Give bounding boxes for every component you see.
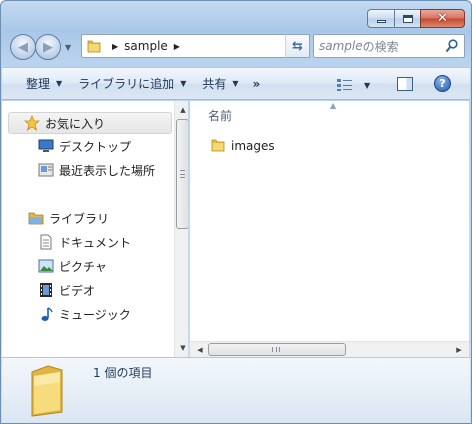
- nav-label-favorites: お気に入り: [45, 116, 106, 131]
- search-input[interactable]: sample の検索: [313, 34, 465, 58]
- column-header-label: 名前: [208, 108, 233, 123]
- back-button[interactable]: ◀: [10, 34, 36, 60]
- nav-label-desktop: デスクトップ: [59, 139, 132, 154]
- nav-pane-vertical-scrollbar[interactable]: ▲ ▼: [174, 101, 188, 357]
- address-bar[interactable]: ▶ sample ▶ ▼: [81, 34, 310, 58]
- breadcrumb-separator-icon[interactable]: ▶: [112, 42, 118, 51]
- add-to-library-label: ライブラリに追加: [78, 77, 175, 91]
- minimize-button[interactable]: [367, 9, 394, 28]
- help-icon: ?: [439, 77, 446, 90]
- folder-icon: [87, 40, 101, 53]
- refresh-button[interactable]: ⇆: [285, 34, 310, 58]
- search-placeholder-query: sample: [319, 39, 363, 53]
- chevron-down-icon: ▼: [232, 79, 239, 88]
- content-horizontal-scrollbar[interactable]: ◀ ▶: [190, 341, 469, 357]
- nav-item-pictures[interactable]: ピクチャ: [2, 255, 172, 277]
- scroll-down-icon[interactable]: ▼: [175, 341, 188, 355]
- column-header-name[interactable]: 名前 ▲: [190, 101, 469, 129]
- window-controls: ✕: [367, 9, 465, 28]
- chevron-down-icon: ▼: [56, 79, 63, 88]
- explorer-window: ✕ ◀ ▶ ▼ ▶ sample ▶ ▼ ⇆ sampleの検索 整理▼ ライブ…: [0, 0, 472, 424]
- nav-label-music: ミュージック: [59, 307, 131, 322]
- details-pane: 1 個の項目: [2, 357, 470, 423]
- back-arrow-icon: ◀: [18, 39, 28, 55]
- add-to-library-button[interactable]: ライブラリに追加 ▼: [70, 73, 194, 95]
- nav-scroll-thumb[interactable]: [176, 119, 188, 229]
- refresh-icon: ⇆: [292, 38, 303, 54]
- maximize-icon: [402, 14, 413, 23]
- document-icon: [38, 234, 54, 250]
- desktop-icon: [38, 138, 54, 154]
- view-options-dropdown-icon[interactable]: ▼: [364, 81, 370, 90]
- change-view-button[interactable]: ▼: [336, 74, 370, 96]
- folder-icon: [210, 137, 226, 156]
- music-note-icon: [38, 306, 54, 322]
- nav-item-desktop[interactable]: デスクトップ: [2, 135, 172, 157]
- star-icon: [24, 115, 40, 131]
- close-button[interactable]: ✕: [420, 9, 465, 28]
- scroll-right-icon[interactable]: ▶: [452, 342, 466, 358]
- nav-item-music[interactable]: ミュージック: [2, 303, 172, 325]
- video-icon: [38, 282, 54, 298]
- file-item-name: images: [231, 139, 275, 153]
- preview-pane-button[interactable]: [397, 77, 413, 91]
- organize-button[interactable]: 整理 ▼: [18, 73, 70, 95]
- content-scroll-thumb[interactable]: [208, 343, 346, 356]
- recent-places-icon: [38, 162, 54, 178]
- share-button[interactable]: 共有 ▼: [194, 73, 246, 95]
- navigation-pane: お気に入り デスクトップ 最近表示した場所 ライブラリ ドキュメント ピクチャ: [2, 101, 188, 357]
- recent-pages-dropdown[interactable]: ▼: [65, 43, 71, 52]
- navigation-tree: お気に入り デスクトップ 最近表示した場所 ライブラリ ドキュメント ピクチャ: [2, 101, 172, 357]
- picture-icon: [38, 258, 54, 274]
- organize-label: 整理: [26, 77, 51, 91]
- search-icon[interactable]: [445, 39, 458, 53]
- scroll-up-icon[interactable]: ▲: [175, 103, 188, 117]
- grip-icon: [180, 170, 185, 178]
- more-commands-button[interactable]: »: [247, 73, 267, 95]
- breadcrumb-sample[interactable]: sample: [124, 39, 168, 53]
- forward-button[interactable]: ▶: [35, 34, 61, 60]
- file-list-pane: 名前 ▲ images ◀ ▶: [190, 101, 469, 357]
- search-placeholder-suffix: の検索: [362, 39, 399, 54]
- nav-label-pictures: ピクチャ: [59, 259, 107, 274]
- help-button[interactable]: ?: [434, 75, 451, 92]
- nav-item-libraries[interactable]: ライブラリ: [2, 207, 172, 229]
- file-item-images[interactable]: images: [210, 137, 275, 155]
- close-icon: ✕: [437, 11, 448, 26]
- breadcrumb-separator-icon[interactable]: ▶: [174, 42, 180, 51]
- maximize-button[interactable]: [394, 9, 420, 28]
- sort-ascending-icon: ▲: [330, 101, 337, 110]
- nav-item-videos[interactable]: ビデオ: [2, 279, 172, 301]
- nav-label-recent-places: 最近表示した場所: [59, 163, 156, 178]
- nav-item-documents[interactable]: ドキュメント: [2, 231, 172, 253]
- scroll-left-icon[interactable]: ◀: [193, 342, 207, 358]
- command-bar: 整理 ▼ ライブラリに追加 ▼ 共有 ▼ » ▼ ?: [2, 67, 470, 100]
- forward-arrow-icon: ▶: [43, 39, 53, 55]
- item-count-text: 1 個の項目: [93, 366, 153, 380]
- view-list-icon: [337, 79, 352, 91]
- nav-label-videos: ビデオ: [59, 283, 96, 298]
- share-label: 共有: [202, 77, 227, 91]
- libraries-icon: [28, 210, 44, 226]
- nav-label-libraries: ライブラリ: [49, 211, 110, 226]
- navigation-buttons: ◀ ▶ ▼: [10, 34, 78, 62]
- nav-item-favorites[interactable]: お気に入り: [8, 112, 172, 134]
- more-label: »: [252, 76, 261, 91]
- nav-item-recent-places[interactable]: 最近表示した場所: [2, 159, 172, 181]
- nav-label-documents: ドキュメント: [59, 235, 132, 250]
- folder-large-icon: [31, 365, 63, 417]
- grip-icon: [272, 347, 280, 352]
- minimize-icon: [376, 20, 386, 23]
- chevron-down-icon: ▼: [180, 79, 187, 88]
